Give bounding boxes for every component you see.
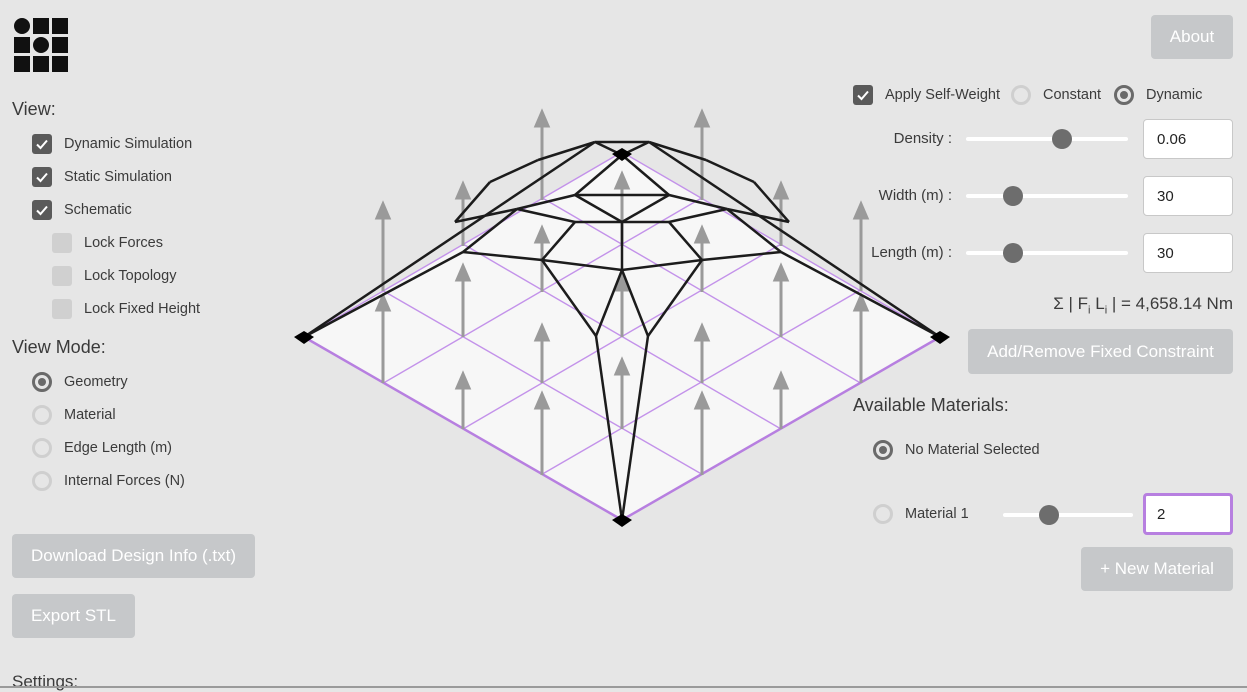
schematic-checkbox[interactable]: Schematic — [32, 200, 132, 220]
available-materials-title: Available Materials: — [853, 395, 1009, 415]
radio-label: Edge Length (m) — [64, 440, 173, 456]
density-slider[interactable] — [966, 129, 1128, 149]
radio-label: Material 1 — [905, 506, 969, 522]
radio-indicator — [873, 504, 893, 524]
structure-canvas[interactable] — [280, 100, 970, 540]
width-input[interactable]: 30 — [1143, 176, 1233, 216]
density-input[interactable]: 0.06 — [1143, 119, 1233, 159]
check-icon — [32, 200, 52, 220]
view-title: View: — [12, 99, 56, 119]
dynamic-simulation-checkbox[interactable]: Dynamic Simulation — [32, 134, 192, 154]
width-label: Width (m) : — [878, 187, 952, 204]
view-mode-material-radio[interactable]: Material — [32, 405, 116, 425]
radio-indicator — [32, 372, 52, 392]
radio-label: Constant — [1043, 87, 1102, 103]
radio-label: Material — [64, 407, 116, 423]
radio-indicator — [1114, 85, 1134, 105]
material-1-slider[interactable] — [1003, 505, 1133, 525]
radio-indicator — [32, 471, 52, 491]
download-design-info-button[interactable]: Download Design Info (.txt) — [12, 534, 255, 578]
material-1-slider-knob[interactable] — [1039, 505, 1059, 525]
radio-label: Dynamic — [1146, 87, 1203, 103]
radio-indicator — [873, 440, 893, 460]
width-slider-knob[interactable] — [1003, 186, 1023, 206]
radio-indicator — [1011, 85, 1031, 105]
new-material-button[interactable]: + New Material — [1081, 547, 1233, 591]
radio-label: Geometry — [64, 374, 128, 390]
view-mode-edge-length-radio[interactable]: Edge Length (m) — [32, 438, 172, 458]
checkbox-box — [52, 233, 72, 253]
checkbox-label: Static Simulation — [64, 169, 172, 185]
radio-label: Internal Forces (N) — [64, 473, 185, 489]
radio-indicator — [32, 438, 52, 458]
width-slider[interactable] — [966, 186, 1128, 206]
check-icon — [853, 85, 873, 105]
add-remove-fixed-constraint-button[interactable]: Add/Remove Fixed Constraint — [968, 329, 1233, 374]
checkbox-box — [52, 299, 72, 319]
length-label: Length (m) : — [871, 244, 952, 261]
no-material-radio[interactable]: No Material Selected — [873, 440, 1040, 460]
length-slider-knob[interactable] — [1003, 243, 1023, 263]
radio-indicator — [32, 405, 52, 425]
check-icon — [32, 134, 52, 154]
about-button[interactable]: About — [1151, 15, 1233, 59]
checkbox-label: Lock Topology — [84, 268, 177, 284]
lock-fixed-height-checkbox[interactable]: Lock Fixed Height — [52, 299, 200, 319]
view-mode-title: View Mode: — [12, 337, 106, 357]
length-input[interactable]: 30 — [1143, 233, 1233, 273]
checkbox-label: Dynamic Simulation — [64, 136, 193, 152]
view-mode-internal-forces-radio[interactable]: Internal Forces (N) — [32, 471, 185, 491]
lock-topology-checkbox[interactable]: Lock Topology — [52, 266, 176, 286]
density-label: Density : — [893, 130, 952, 147]
material-1-radio[interactable]: Material 1 — [873, 504, 969, 524]
check-icon — [32, 167, 52, 187]
self-weight-dynamic-radio[interactable]: Dynamic — [1114, 85, 1202, 105]
settings-title: Settings: — [12, 672, 79, 691]
self-weight-constant-radio[interactable]: Constant — [1011, 85, 1101, 105]
checkbox-label: Schematic — [64, 202, 132, 218]
view-mode-geometry-radio[interactable]: Geometry — [32, 372, 128, 392]
radio-label: No Material Selected — [905, 442, 1040, 458]
material-1-input[interactable]: 2 — [1143, 493, 1233, 535]
length-slider[interactable] — [966, 243, 1128, 263]
checkbox-label: Lock Fixed Height — [84, 301, 201, 317]
lock-forces-checkbox[interactable]: Lock Forces — [52, 233, 163, 253]
static-simulation-checkbox[interactable]: Static Simulation — [32, 167, 172, 187]
density-slider-knob[interactable] — [1052, 129, 1072, 149]
app-logo — [14, 18, 70, 72]
checkbox-label: Lock Forces — [84, 235, 163, 251]
force-length-sum: Σ | Fi Li | = 4,658.14 Nm — [1053, 294, 1233, 317]
checkbox-box — [52, 266, 72, 286]
export-stl-button[interactable]: Export STL — [12, 594, 135, 638]
checkbox-label: Apply Self-Weight — [885, 87, 1000, 103]
apply-self-weight-checkbox[interactable]: Apply Self-Weight — [853, 85, 1000, 105]
